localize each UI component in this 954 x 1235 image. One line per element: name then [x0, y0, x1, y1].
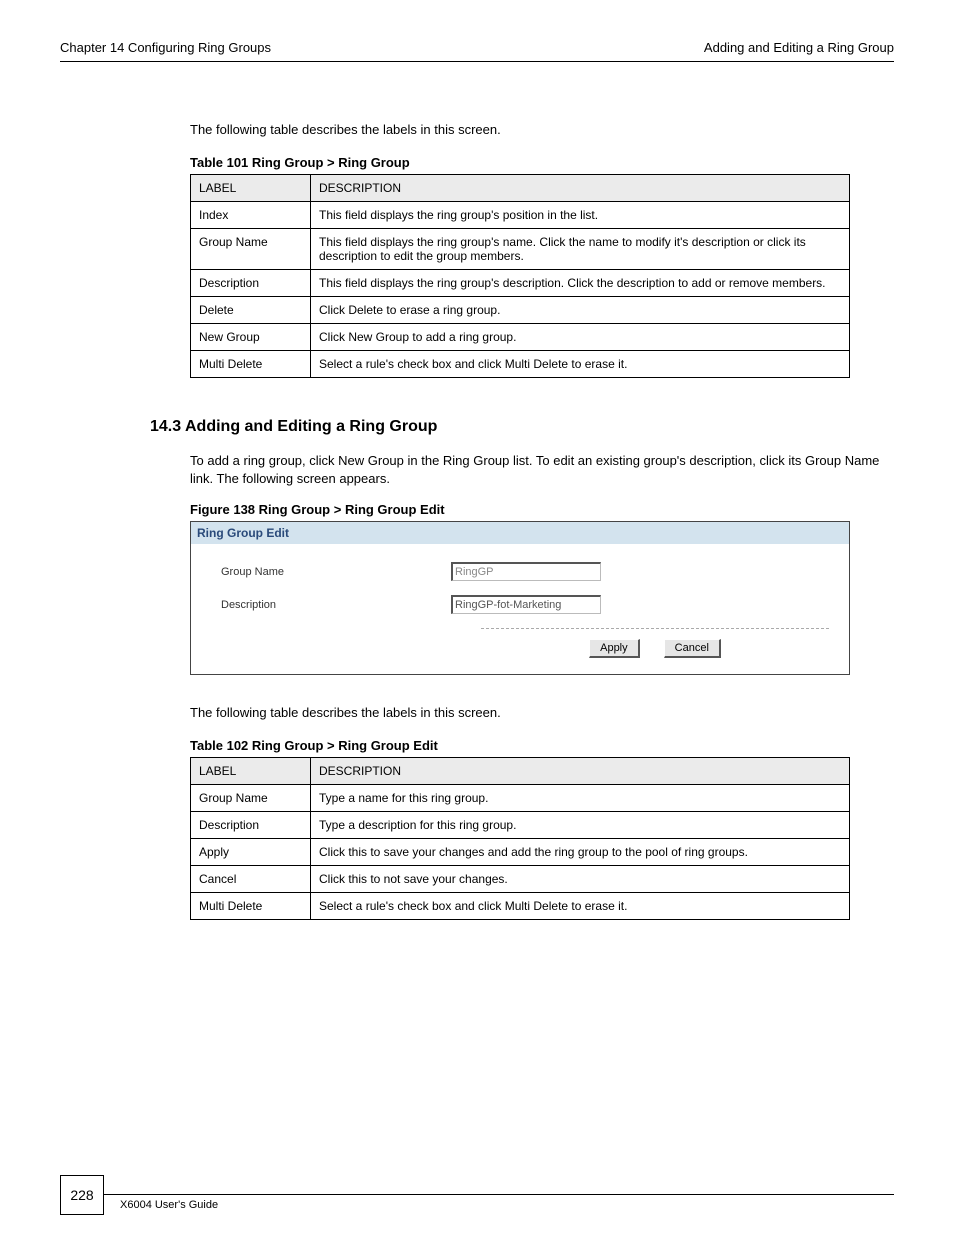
cell-desc: Type a name for this ring group. — [311, 785, 850, 812]
group-name-input[interactable] — [451, 562, 601, 581]
cell-label: Group Name — [191, 785, 311, 812]
chapter-title-right: Adding and Editing a Ring Group — [704, 40, 894, 55]
ring-group-edit-panel: Ring Group Edit Group Name Description A… — [190, 521, 850, 675]
panel-title: Ring Group Edit — [191, 522, 849, 544]
cell-label: Index — [191, 202, 311, 229]
cell-label: Delete — [191, 297, 311, 324]
cell-desc: Select a rule's check box and click Mult… — [311, 351, 850, 378]
cell-desc: This field displays the ring group's des… — [311, 270, 850, 297]
page-footer: 228 X6004 User's Guide — [60, 1194, 894, 1195]
cell-desc: Click Delete to erase a ring group. — [311, 297, 850, 324]
cell-desc: This field displays the ring group's pos… — [311, 202, 850, 229]
table102-caption: Table 102 Ring Group > Ring Group Edit — [190, 738, 894, 753]
table-row: Multi Delete Select a rule's check box a… — [191, 351, 850, 378]
figure-caption: Figure 138 Ring Group > Ring Group Edit — [190, 502, 894, 517]
cell-label: Apply — [191, 839, 311, 866]
table-row: Group Name Type a name for this ring gro… — [191, 785, 850, 812]
table102: LABEL DESCRIPTION Group Name Type a name… — [190, 757, 850, 920]
table101-caption: Table 101 Ring Group > Ring Group — [190, 155, 894, 170]
cell-desc: Select a rule's check box and click Mult… — [311, 893, 850, 920]
cell-label: Multi Delete — [191, 893, 311, 920]
table-row: Description This field displays the ring… — [191, 270, 850, 297]
table102-intro: The following table describes the labels… — [190, 705, 894, 720]
section-paragraph: To add a ring group, click New Group in … — [190, 452, 894, 488]
table102-header-desc: DESCRIPTION — [311, 758, 850, 785]
cell-desc: Click this to save your changes and add … — [311, 839, 850, 866]
page-header: Chapter 14 Configuring Ring Groups Addin… — [60, 40, 894, 62]
table-row: Group Name This field displays the ring … — [191, 229, 850, 270]
table-row: Delete Click Delete to erase a ring grou… — [191, 297, 850, 324]
table-row: New Group Click New Group to add a ring … — [191, 324, 850, 351]
cell-label: Cancel — [191, 866, 311, 893]
cell-label: Description — [191, 270, 311, 297]
cell-desc: Click New Group to add a ring group. — [311, 324, 850, 351]
cell-label: Description — [191, 812, 311, 839]
table102-header-label: LABEL — [191, 758, 311, 785]
cancel-button[interactable]: Cancel — [664, 639, 721, 658]
table-row: Cancel Click this to not save your chang… — [191, 866, 850, 893]
cell-desc: Type a description for this ring group. — [311, 812, 850, 839]
table-row: Description Type a description for this … — [191, 812, 850, 839]
apply-button[interactable]: Apply — [589, 639, 640, 658]
cell-label: Multi Delete — [191, 351, 311, 378]
table101: LABEL DESCRIPTION Index This field displ… — [190, 174, 850, 378]
table101-intro: The following table describes the labels… — [190, 122, 894, 137]
page-number-box: 228 — [60, 1175, 104, 1215]
description-input[interactable] — [451, 595, 601, 614]
description-label: Description — [221, 599, 451, 611]
group-name-label: Group Name — [221, 566, 451, 578]
table-row: Apply Click this to save your changes an… — [191, 839, 850, 866]
cell-desc: Click this to not save your changes. — [311, 866, 850, 893]
footer-guide-title: X6004 User's Guide — [120, 1199, 218, 1211]
section-heading: 14.3 Adding and Editing a Ring Group — [150, 418, 894, 436]
cell-label: Group Name — [191, 229, 311, 270]
table-row: Multi Delete Select a rule's check box a… — [191, 893, 850, 920]
cell-label: New Group — [191, 324, 311, 351]
cell-desc: This field displays the ring group's nam… — [311, 229, 850, 270]
chapter-label: Chapter 14 Configuring Ring Groups — [60, 40, 271, 55]
table101-header-label: LABEL — [191, 175, 311, 202]
table101-header-desc: DESCRIPTION — [311, 175, 850, 202]
table-row: Index This field displays the ring group… — [191, 202, 850, 229]
